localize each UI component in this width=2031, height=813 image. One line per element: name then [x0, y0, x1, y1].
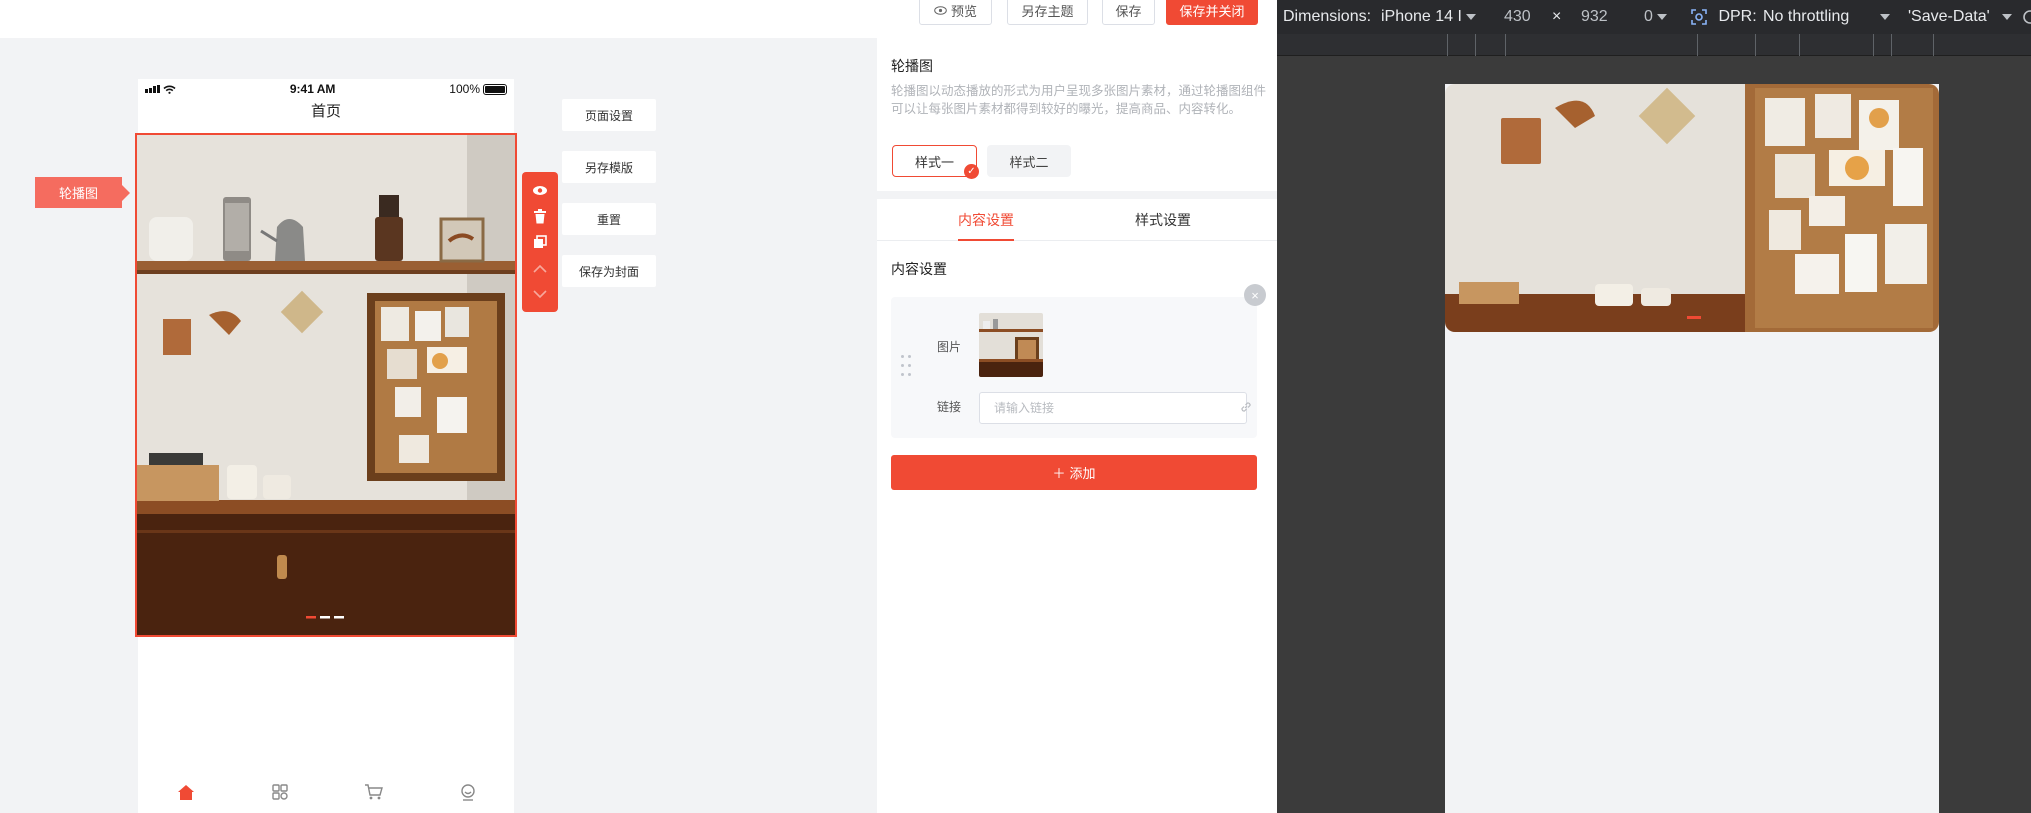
link-field-label: 链接	[937, 400, 962, 414]
save-button[interactable]: 保存	[1102, 0, 1155, 25]
carousel-item-card: 图片 链接	[891, 297, 1257, 438]
status-bar: 9:41 AM 100%	[138, 79, 514, 99]
save-theme-label: 另存主题	[1021, 4, 1074, 19]
save-data-select[interactable]: 'Save-Data'	[1908, 0, 2013, 34]
tab-style-label: 样式设置	[1135, 212, 1191, 228]
style-option-two[interactable]: 样式二	[987, 145, 1071, 177]
style-option-one[interactable]: 样式一 ✓	[892, 145, 979, 179]
device-viewport	[1445, 84, 1939, 813]
signal-icon	[145, 85, 160, 93]
device-select[interactable]: iPhone 14 I	[1381, 0, 1477, 34]
save-label: 保存	[1115, 4, 1142, 19]
device-name: iPhone 14 I	[1381, 8, 1462, 25]
tab-content-label: 内容设置	[958, 212, 1014, 228]
times-sign: ×	[1552, 8, 1562, 25]
chevron-down-icon	[1466, 13, 1477, 20]
devtools-panel: Dimensions: iPhone 14 I 430 × 932 0 DPR:…	[1277, 0, 2031, 813]
page-settings-label: 页面设置	[584, 108, 633, 123]
design-canvas: 轮播图 9:41 AM 100% 首页 页面设置 另存模版 重置 保存为封面	[0, 38, 877, 813]
eye-icon	[934, 6, 947, 15]
image-thumbnail[interactable]	[979, 313, 1043, 377]
battery-icon	[483, 83, 507, 95]
cart-icon[interactable]	[364, 783, 384, 804]
component-tag[interactable]: 轮播图	[35, 177, 130, 208]
media-query-ruler	[1277, 34, 2031, 56]
style-option-one-label: 样式一	[914, 154, 954, 170]
carousel-image	[137, 135, 515, 635]
grid-icon[interactable]	[271, 783, 289, 804]
width-input[interactable]: 430	[1504, 0, 1531, 34]
carousel-banner[interactable]	[135, 133, 517, 637]
style-option-two-label: 样式二	[1009, 154, 1049, 170]
chevron-down-icon	[2002, 13, 2013, 20]
component-toolbar	[522, 172, 558, 312]
save-as-cover-button[interactable]: 保存为封面	[562, 255, 656, 287]
battery-group: 100%	[449, 82, 507, 96]
image-field-label: 图片	[937, 340, 962, 354]
tab-content-settings[interactable]: 内容设置	[958, 199, 1014, 241]
signal-group	[145, 85, 176, 94]
throttle-value: No throttling	[1763, 8, 1850, 25]
section-divider	[877, 191, 1277, 199]
settings-tabs: 内容设置 样式设置	[877, 199, 1277, 241]
zoom-select[interactable]: 0	[1644, 0, 1668, 34]
wifi-icon	[163, 85, 176, 94]
phone-preview: 9:41 AM 100% 首页	[135, 79, 517, 813]
panel-title: 轮播图	[891, 58, 933, 74]
panel-description: 轮播图以动态播放的形式为用户呈现多张图片素材，通过轮播图组件可以让每张图片素材都…	[891, 84, 1267, 116]
device-toolbar: Dimensions: iPhone 14 I 430 × 932 0 DPR:…	[1277, 0, 2031, 34]
save-data-value: 'Save-Data'	[1908, 8, 1990, 25]
page-title: 首页	[310, 103, 341, 120]
save-template-label: 另存模版	[584, 160, 633, 175]
tab-style-settings[interactable]: 样式设置	[1135, 199, 1191, 241]
add-item-label: 添加	[1069, 466, 1096, 481]
settings-panel: 轮播图 轮播图以动态播放的形式为用户呈现多张图片素材，通过轮播图组件可以让每张图…	[877, 38, 1277, 813]
reset-button[interactable]: 重置	[562, 203, 656, 235]
throttle-select[interactable]: No throttling	[1763, 0, 1890, 34]
component-tag-label: 轮播图	[58, 186, 98, 201]
dimensions-label: Dimensions:	[1283, 8, 1372, 25]
link-input[interactable]	[979, 392, 1247, 424]
save-and-close-button[interactable]: 保存并关闭	[1166, 0, 1258, 25]
save-and-close-label: 保存并关闭	[1179, 4, 1245, 19]
preview-carousel-image	[1445, 84, 1939, 332]
arrow-up-icon[interactable]	[529, 257, 551, 279]
save-as-cover-label: 保存为封面	[578, 264, 639, 279]
content-section-title: 内容设置	[891, 261, 947, 277]
add-item-button[interactable]: ＋ 添加	[891, 455, 1257, 490]
zoom-value: 0	[1644, 8, 1653, 25]
dpr-label: DPR:	[1718, 8, 1757, 25]
chevron-down-icon	[1879, 13, 1890, 20]
remove-item-icon[interactable]: ×	[1244, 284, 1266, 306]
page-settings-button[interactable]: 页面设置	[562, 99, 656, 131]
status-time: 9:41 AM	[289, 82, 336, 96]
editor-toolbar: 预览 另存主题 保存 保存并关闭	[0, 0, 1277, 38]
save-template-button[interactable]: 另存模版	[562, 151, 656, 183]
copy-icon[interactable]	[529, 231, 551, 253]
bottom-tabbar	[138, 773, 514, 813]
preview-button[interactable]: 预览	[919, 0, 992, 25]
plus-icon: ＋	[1052, 466, 1066, 481]
profile-icon[interactable]	[459, 783, 477, 804]
drag-handle-icon[interactable]	[901, 355, 913, 379]
trash-icon[interactable]	[529, 205, 551, 227]
preview-carousel[interactable]	[1445, 84, 1939, 332]
rotate-icon[interactable]	[2021, 0, 2031, 34]
arrow-down-icon[interactable]	[529, 283, 551, 305]
screenshot-icon[interactable]	[1690, 8, 1708, 26]
link-icon[interactable]	[1239, 400, 1253, 414]
save-theme-button[interactable]: 另存主题	[1007, 0, 1088, 25]
battery-text: 100%	[449, 82, 480, 96]
eye-icon[interactable]	[529, 179, 551, 201]
dpr-group: DPR:	[1690, 0, 1757, 34]
checkmark-icon: ✓	[964, 164, 979, 179]
reset-label: 重置	[596, 212, 621, 227]
chevron-down-icon	[1657, 13, 1668, 20]
home-icon[interactable]	[176, 783, 196, 804]
preview-label: 预览	[950, 4, 977, 19]
height-input[interactable]: 932	[1581, 0, 1608, 34]
